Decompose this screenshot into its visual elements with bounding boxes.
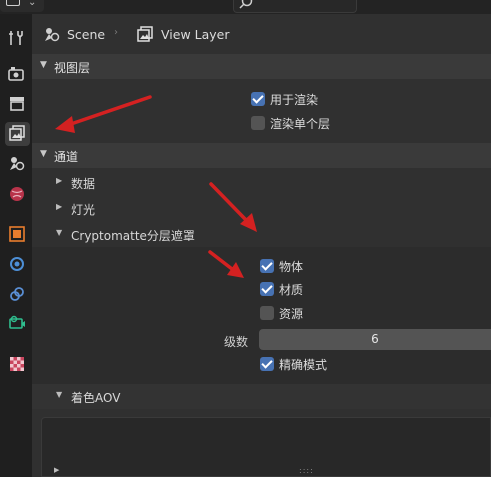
- asset-checkbox[interactable]: [260, 306, 274, 320]
- tab-object[interactable]: [5, 222, 30, 246]
- triangle-down-icon: ▼: [40, 60, 47, 70]
- tool-icon: [9, 31, 23, 45]
- editor-type-dropdown[interactable]: ⌄: [0, 0, 44, 12]
- render-single-layer-label: 渲染单个层: [270, 117, 331, 131]
- scene-icon: [10, 157, 25, 171]
- panel-passes-header[interactable]: ▼ 通道: [32, 143, 491, 168]
- panel-title: 通道: [54, 150, 79, 164]
- top-bar: ⌄: [0, 0, 491, 14]
- triangle-right-icon: ▶: [56, 202, 63, 211]
- levels-label: 级数: [224, 335, 249, 349]
- constraints-icon: [10, 287, 24, 301]
- properties-tab-bar: [0, 14, 32, 477]
- search-input[interactable]: [233, 0, 357, 13]
- subpanel-shader-aov[interactable]: ▼ 着色AOV: [32, 384, 491, 409]
- accurate-mode-label: 精确模式: [279, 358, 328, 372]
- render-icon: [8, 67, 24, 81]
- tab-constraints[interactable]: [5, 282, 30, 306]
- editor-type-icon: [6, 0, 20, 6]
- tab-data[interactable]: [5, 312, 30, 336]
- triangle-down-icon: ▼: [56, 228, 63, 237]
- tab-scene[interactable]: [5, 152, 30, 176]
- panel-view-layer-body: 用于渲染 渲染单个层: [32, 79, 491, 141]
- subpanel-cryptomatte[interactable]: ▼ Cryptomatte分层遮罩: [32, 222, 491, 246]
- breadcrumb-scene: Scene: [67, 27, 106, 42]
- material-label: 材质: [279, 283, 304, 297]
- tab-world[interactable]: [5, 182, 30, 206]
- triangle-right-icon[interactable]: ▶: [54, 466, 59, 474]
- subpanel-label: Cryptomatte分层遮罩: [71, 229, 195, 243]
- object-checkbox[interactable]: [260, 259, 274, 273]
- aov-list[interactable]: ▶ ::::: [41, 417, 491, 477]
- view-layer-icon: [9, 125, 25, 141]
- breadcrumb-view-layer: View Layer: [161, 27, 230, 42]
- use-for-render-checkbox[interactable]: [251, 92, 265, 106]
- subpanel-label: 着色AOV: [71, 391, 121, 405]
- subpanel-light[interactable]: ▶ 灯光: [32, 196, 491, 220]
- properties-editor: Scene › View Layer ▼ 视图层 用于渲染 渲染单个层 ▼ 通道…: [32, 14, 491, 477]
- object-icon: [9, 226, 25, 242]
- render-single-layer-checkbox[interactable]: [251, 116, 265, 130]
- accurate-mode-checkbox[interactable]: [260, 357, 274, 371]
- tab-view-layer[interactable]: [5, 122, 30, 146]
- tab-physics[interactable]: [5, 252, 30, 276]
- world-icon: [10, 187, 24, 201]
- asset-label: 资源: [279, 307, 304, 321]
- search-icon: [239, 0, 253, 9]
- subpanel-data[interactable]: ▶ 数据: [32, 170, 491, 194]
- chevron-down-icon: ⌄: [28, 0, 37, 8]
- triangle-down-icon: ▼: [40, 149, 47, 159]
- panel-view-layer-header[interactable]: ▼ 视图层: [32, 54, 491, 79]
- physics-icon: [10, 257, 24, 271]
- cryptomatte-body: 物体 材质 资源 精确模式: [32, 247, 491, 390]
- panel-title: 视图层: [54, 61, 91, 75]
- output-icon: [10, 97, 24, 111]
- triangle-right-icon: ▶: [56, 176, 63, 185]
- material-checkbox[interactable]: [260, 282, 274, 296]
- tab-texture[interactable]: [5, 352, 30, 376]
- tab-output[interactable]: [5, 92, 30, 116]
- triangle-down-icon: ▼: [56, 390, 63, 399]
- resize-grip-icon[interactable]: ::::: [299, 466, 314, 475]
- scene-icon: [45, 28, 60, 42]
- data-icon: [9, 315, 25, 329]
- breadcrumb: Scene › View Layer: [32, 14, 491, 54]
- tab-render[interactable]: [5, 62, 30, 86]
- use-for-render-label: 用于渲染: [270, 93, 319, 107]
- subpanel-label: 数据: [71, 177, 96, 191]
- object-label: 物体: [279, 260, 304, 274]
- view-layer-icon: [137, 26, 153, 42]
- subpanel-label: 灯光: [71, 203, 96, 217]
- chevron-right-icon: ›: [114, 27, 118, 38]
- tab-tool[interactable]: [5, 26, 30, 50]
- levels-number-field[interactable]: 6: [259, 329, 491, 350]
- texture-icon: [10, 357, 24, 371]
